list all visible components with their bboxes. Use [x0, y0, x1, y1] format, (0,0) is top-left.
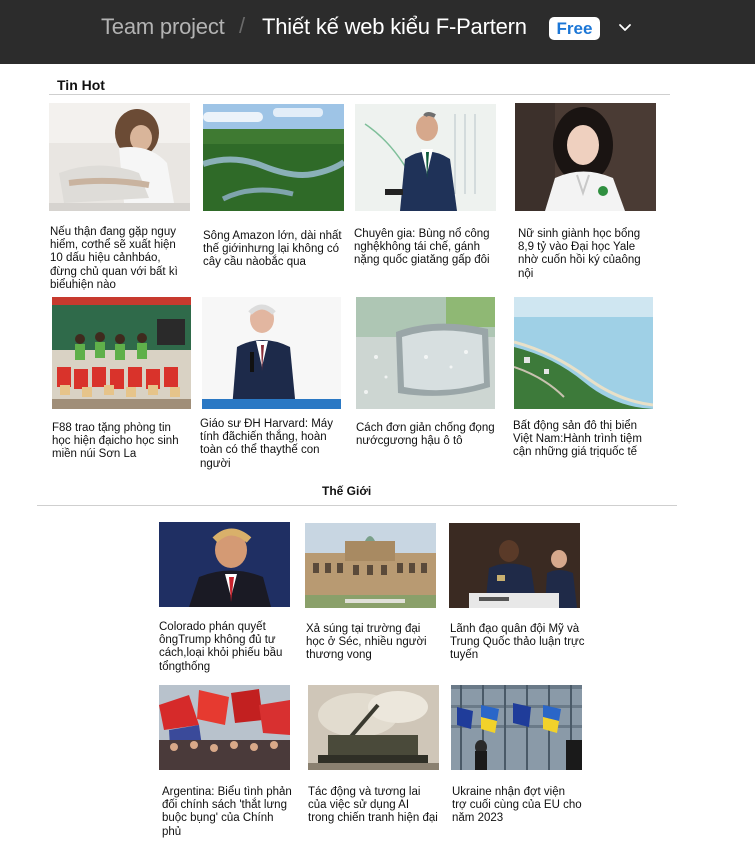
article-title[interactable]: Nếu thận đang gặp nguy hiểm, cơthể sẽ xu… [50, 226, 190, 292]
article-image[interactable] [159, 685, 290, 770]
article-image[interactable] [308, 685, 439, 770]
article-title[interactable]: Tác động và tương lai của việc sử dụng A… [308, 786, 438, 826]
article-image[interactable] [356, 297, 495, 409]
article-image[interactable] [515, 103, 656, 211]
article-image[interactable] [355, 104, 496, 211]
file-name-title[interactable]: Thiết kế web kiểu F-Partern [262, 14, 527, 40]
chevron-down-icon[interactable] [618, 20, 632, 34]
plan-badge: Free [549, 17, 600, 40]
article-image[interactable] [203, 104, 344, 211]
article-title[interactable]: Nữ sinh giành học bổng 8,9 tỷ vào Đại họ… [518, 228, 653, 281]
article-image[interactable] [52, 297, 191, 409]
article-title[interactable]: Colorado phán quyết ôngTrump không đủ tư… [159, 621, 294, 674]
article-image[interactable] [451, 685, 582, 770]
article-image[interactable] [202, 297, 341, 409]
breadcrumb-project[interactable]: Team project [101, 14, 225, 40]
article-image[interactable] [49, 103, 190, 211]
article-title[interactable]: Chuyên gia: Bùng nổ công nghệkhông tái c… [354, 228, 496, 268]
article-image[interactable] [449, 523, 580, 608]
article-image[interactable] [514, 297, 653, 409]
article-image[interactable] [159, 522, 290, 607]
article-image[interactable] [305, 523, 436, 608]
article-title[interactable]: Bất động sản đô thị biển Việt Nam:Hành t… [513, 420, 653, 460]
article-title[interactable]: Lãnh đạo quân đội Mỹ và Trung Quốc thảo … [450, 623, 585, 663]
article-title[interactable]: Cách đơn giản chống đọng nướcgương hậu ô… [356, 422, 496, 448]
article-title[interactable]: Ukraine nhận đợt viện trợ cuối cùng của … [452, 786, 582, 826]
section-divider [37, 505, 677, 506]
article-title[interactable]: Sông Amazon lớn, dài nhất thế giớinhưng … [203, 230, 345, 270]
article-title[interactable]: F88 trao tặng phòng tin học hiện đạicho … [52, 422, 192, 462]
breadcrumb-separator: / [239, 13, 246, 38]
section-title-world: Thế Giới [322, 484, 372, 498]
section-divider [49, 94, 670, 95]
section-title-hot: Tin Hot [57, 77, 105, 93]
article-title[interactable]: Xả súng tại trường đại học ở Séc, nhiều … [306, 623, 436, 663]
article-title[interactable]: Giáo sư ĐH Harvard: Máy tính đãchiến thắ… [200, 418, 342, 471]
article-title[interactable]: Argentina: Biểu tình phản đối chính sách… [162, 786, 292, 839]
top-bar: Team project / Thiết kế web kiểu F-Parte… [0, 0, 755, 64]
